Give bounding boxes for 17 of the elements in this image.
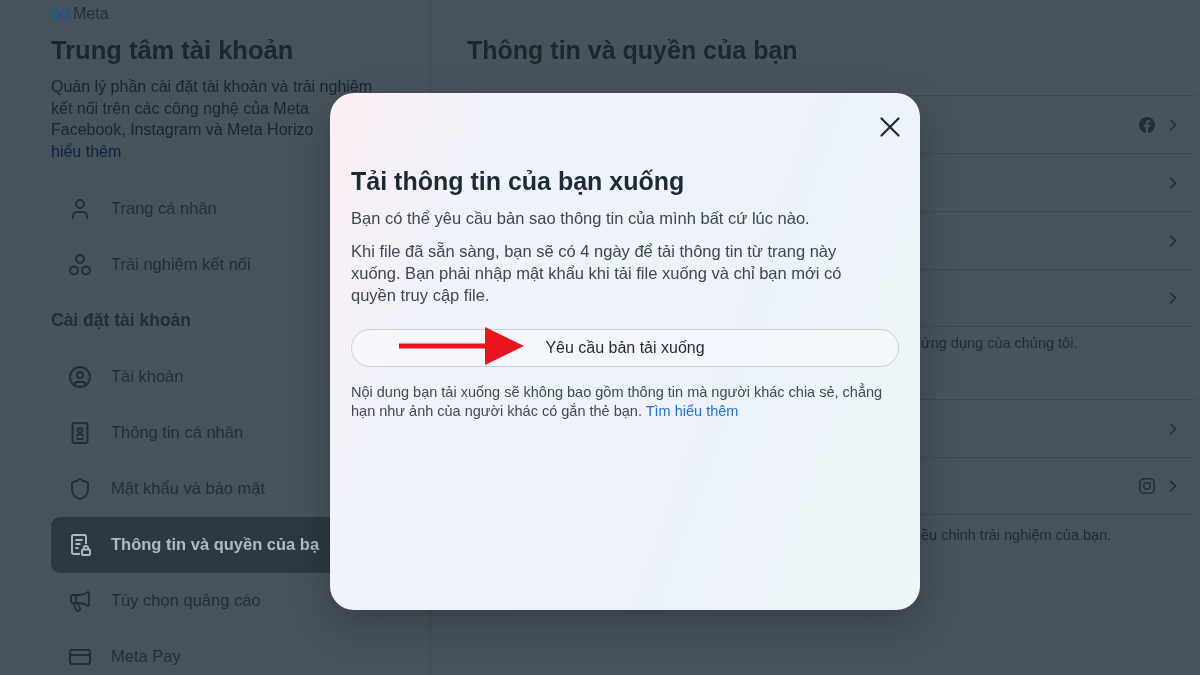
megaphone-icon [68,588,92,613]
learn-more-link[interactable]: hiểu thêm [51,141,122,163]
document-lock-icon [68,532,92,557]
learn-more-link[interactable]: Tìm hiểu thêm [645,403,739,419]
connected-circles-icon [68,252,92,277]
dialog-text: Bạn có thể yêu cầu bản sao thông tin của mình bất cứ lúc nào. [351,208,811,229]
infinity-logo-icon [51,8,70,20]
request-download-button[interactable]: Yêu cầu bản tải xuống [351,329,899,367]
dialog-text: Khi file đã sẵn sàng, bạn sẽ có 4 ngày để tải thông tin từ trang này xuống. Bạn phải nhập mật khẩu khi tải file xuống và chỉ bạn mới có quyền truy cập file. [351,241,843,306]
dialog-title: Tải thông tin của bạn xuống [351,166,685,197]
facebook-icon [1139,116,1155,133]
shield-icon [68,476,92,501]
disclaimer-text: Nội dung bạn tải xuống sẽ không bao gồm thông tin mà người khác chia sẻ, chẳng hạn như ảnh của người khác có gắn thẻ bạn. Tìm hiểu thêm [351,383,884,421]
user-circle-icon [68,364,92,389]
close-icon [880,117,900,137]
nav-item[interactable]: Thông tin và quyền của bạ [51,516,330,573]
instagram-icon [1139,478,1155,494]
